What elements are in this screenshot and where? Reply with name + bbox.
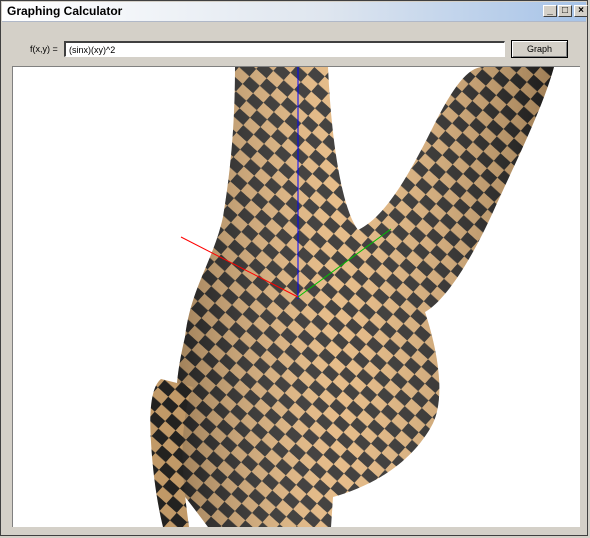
minimize-button[interactable]: _ bbox=[543, 5, 557, 17]
graph-canvas[interactable] bbox=[12, 66, 580, 527]
graph-button[interactable]: Graph bbox=[511, 40, 568, 58]
close-button[interactable]: × bbox=[574, 5, 588, 17]
graphing-calculator-window: Graphing Calculator _ □ × f(x,y) = Graph bbox=[0, 0, 588, 536]
surface-plot[interactable] bbox=[13, 67, 580, 527]
window-title: Graphing Calculator bbox=[7, 4, 123, 18]
surface-shading bbox=[161, 67, 554, 527]
function-label: f(x,y) = bbox=[30, 44, 58, 54]
function-input[interactable] bbox=[64, 41, 505, 57]
title-bar[interactable]: Graphing Calculator _ □ × bbox=[2, 2, 588, 22]
maximize-button[interactable]: □ bbox=[558, 5, 572, 17]
